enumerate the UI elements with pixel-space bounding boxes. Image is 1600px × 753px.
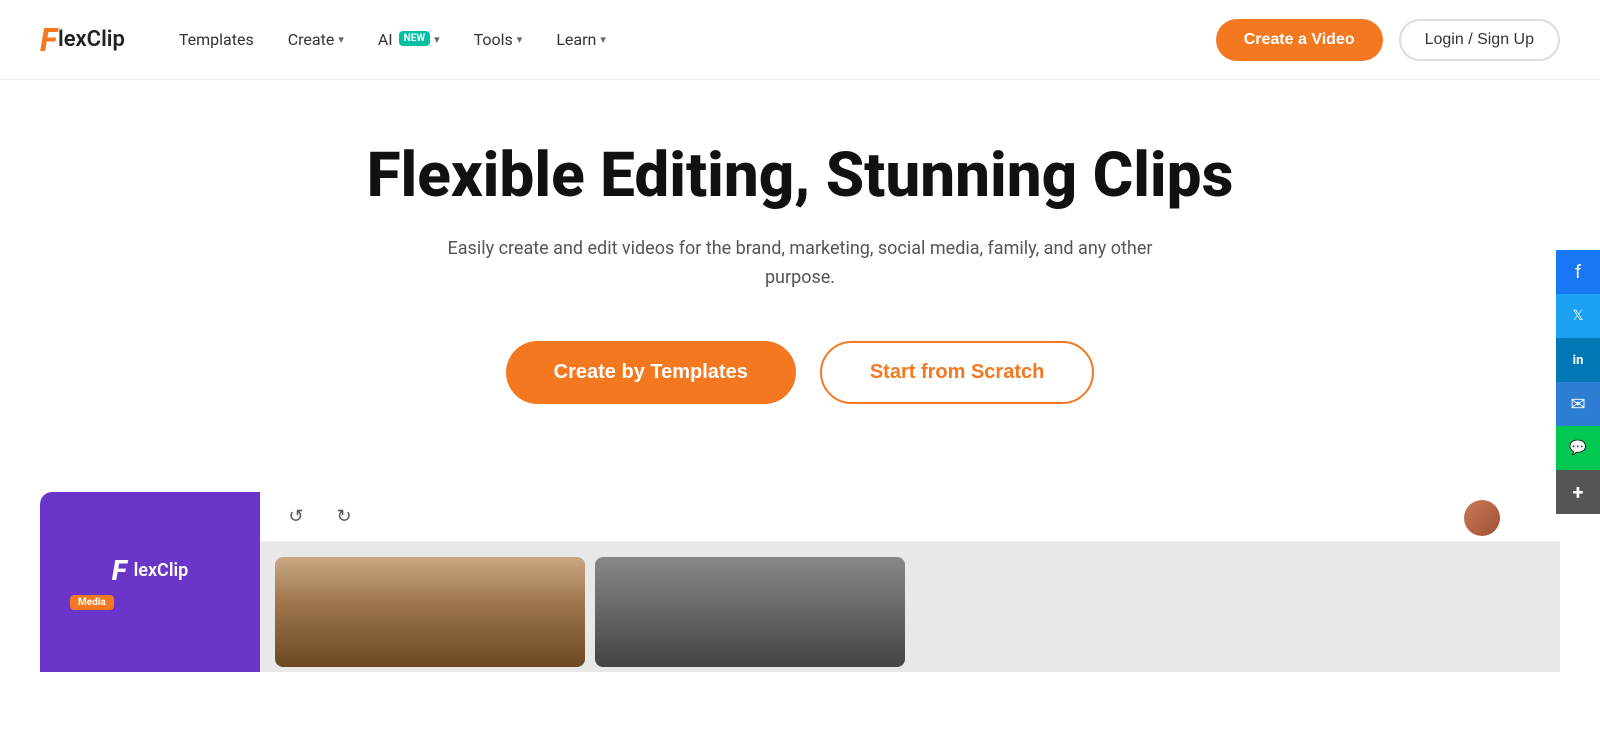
video-thumbnail-1	[275, 557, 585, 667]
editor-sidebar: F lexClip Media	[40, 492, 260, 672]
logo[interactable]: F lexClip	[40, 21, 125, 59]
editor-logo-text: lexClip	[134, 560, 189, 581]
nav-tools[interactable]: Tools ▾	[460, 22, 537, 57]
create-video-button[interactable]: Create a Video	[1216, 19, 1383, 61]
chevron-down-icon: ▾	[338, 33, 344, 46]
linkedin-icon: in	[1573, 353, 1584, 368]
editor-sidebar-logo: F lexClip	[112, 554, 189, 587]
hero-subtitle: Easily create and edit videos for the br…	[425, 235, 1175, 293]
nav-create[interactable]: Create ▾	[274, 22, 358, 57]
email-share-button[interactable]: ✉	[1556, 382, 1600, 426]
navbar: F lexClip Templates Create ▾ AI NEW ▾ To…	[0, 0, 1600, 80]
hero-title: Flexible Editing, Stunning Clips	[367, 140, 1234, 211]
hero-buttons: Create by Templates Start from Scratch	[506, 341, 1095, 404]
chevron-down-icon: ▾	[517, 33, 523, 46]
redo-button[interactable]: ↻	[328, 500, 360, 532]
nav-learn[interactable]: Learn ▾	[542, 22, 620, 57]
start-from-scratch-button[interactable]: Start from Scratch	[820, 341, 1095, 404]
logo-text: lexClip	[58, 27, 125, 52]
social-sidebar: f 𝕏 in ✉ 💬 +	[1556, 250, 1600, 514]
chevron-down-icon: ▾	[434, 33, 440, 46]
undo-button[interactable]: ↺	[280, 500, 312, 532]
facebook-share-button[interactable]: f	[1556, 250, 1600, 294]
chat-icon: 💬	[1569, 440, 1586, 456]
editor-preview: F lexClip Media ↺ ↻	[40, 492, 1560, 672]
nav-links: Templates Create ▾ AI NEW ▾ Tools ▾ Lear…	[165, 22, 1216, 57]
plus-icon: +	[1573, 480, 1584, 504]
thumbnail-image-1	[275, 557, 585, 667]
video-thumbnail-2	[595, 557, 905, 667]
linkedin-share-button[interactable]: in	[1556, 338, 1600, 382]
ai-new-badge: NEW	[399, 31, 430, 46]
hero-section: Flexible Editing, Stunning Clips Easily …	[0, 80, 1600, 492]
create-by-templates-button[interactable]: Create by Templates	[506, 341, 796, 404]
twitter-icon: 𝕏	[1572, 308, 1583, 324]
email-icon: ✉	[1570, 394, 1585, 415]
user-avatar	[1464, 500, 1500, 536]
chat-share-button[interactable]: 💬	[1556, 426, 1600, 470]
thumbnail-image-2	[595, 557, 905, 667]
editor-toolbar: ↺ ↻	[260, 492, 1560, 542]
more-share-button[interactable]: +	[1556, 470, 1600, 514]
editor-canvas-area	[260, 542, 1560, 672]
chevron-down-icon: ▾	[600, 33, 606, 46]
editor-media-tag: Media	[70, 595, 114, 610]
nav-templates[interactable]: Templates	[165, 22, 268, 57]
login-signup-button[interactable]: Login / Sign Up	[1399, 19, 1560, 61]
nav-actions: Create a Video Login / Sign Up	[1216, 19, 1560, 61]
nav-ai[interactable]: AI NEW ▾	[364, 22, 454, 57]
twitter-share-button[interactable]: 𝕏	[1556, 294, 1600, 338]
editor-logo-f: F	[112, 554, 127, 587]
logo-f-letter: F	[40, 21, 57, 59]
facebook-icon: f	[1575, 262, 1581, 283]
